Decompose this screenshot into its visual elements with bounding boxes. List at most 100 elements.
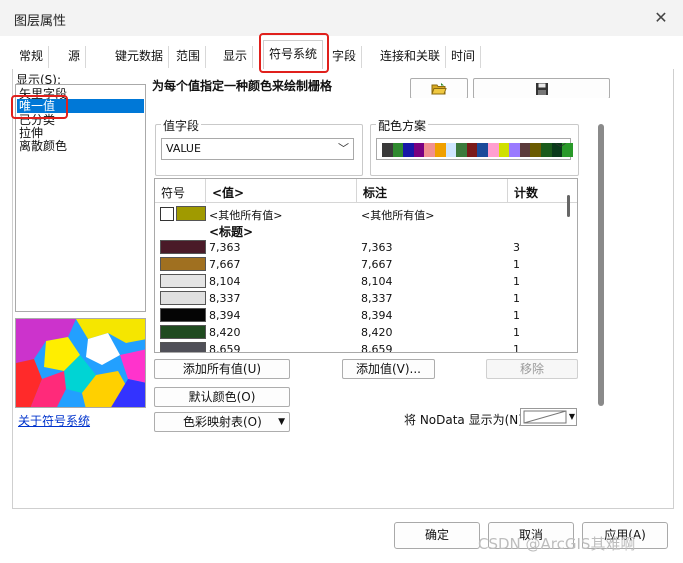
add-all-values-button[interactable]: 添加所有值(U)	[154, 359, 290, 379]
column-header-value[interactable]: <值>	[212, 184, 244, 201]
tab-general[interactable]: 常规	[14, 46, 50, 68]
other-values-value: <其他所有值>	[209, 209, 283, 222]
color-ramp-swatch	[477, 143, 488, 157]
symbol-swatch[interactable]	[160, 342, 206, 352]
row-value: 8,659	[209, 343, 241, 353]
row-label: 7,363	[361, 241, 393, 254]
renderer-item-classified[interactable]: 已分类	[19, 113, 55, 127]
row-value: 8,104	[209, 275, 241, 288]
row-count: 1	[513, 292, 520, 305]
color-ramp-swatch	[382, 143, 393, 157]
value-field-select[interactable]: VALUE ﹀	[161, 138, 354, 160]
column-header-label[interactable]: 标注	[363, 184, 387, 201]
color-ramp-swatch	[487, 143, 499, 157]
tab-key-metadata[interactable]: 键元数据	[110, 46, 170, 68]
row-value: 8,394	[209, 309, 241, 322]
symbol-swatch[interactable]	[160, 257, 206, 271]
row-label: 8,104	[361, 275, 393, 288]
color-ramp-preview	[382, 143, 573, 157]
other-values-checkbox[interactable]	[160, 207, 174, 221]
close-icon[interactable]: ✕	[648, 6, 674, 30]
row-value: 7,363	[209, 241, 241, 254]
chevron-down-icon: ﹀	[555, 142, 566, 155]
value-field-value: VALUE	[166, 142, 201, 155]
color-scheme-label: 配色方案	[376, 117, 429, 134]
column-header-count[interactable]: 计数	[514, 184, 538, 201]
unique-values-table: 符号 <值> 标注 计数 <其他所有值> <其他所有值> <标题> 7,363 7…	[154, 178, 578, 353]
row-value: 8,420	[209, 326, 241, 339]
window-title: 图层属性	[14, 14, 67, 29]
dropdown-arrow-icon: ▼	[278, 417, 285, 427]
no-color-swatch-icon	[523, 410, 567, 424]
row-count: 1	[513, 343, 520, 353]
color-ramp-swatch	[413, 143, 425, 157]
renderer-preview-image	[15, 318, 146, 408]
renderer-item-stretched[interactable]: 拉伸	[19, 126, 43, 140]
tab-strip: 常规 源 键元数据 范围 显示 符号系统 字段 连接和关联 时间	[0, 36, 683, 70]
dropdown-arrow-icon: ▼	[568, 412, 575, 421]
color-ramp-swatch	[509, 143, 520, 157]
row-label: 8,337	[361, 292, 393, 305]
ok-button[interactable]: 确定	[394, 522, 480, 549]
row-count: 1	[513, 275, 520, 288]
row-count: 1	[513, 258, 520, 271]
color-ramp-swatch	[456, 143, 467, 157]
heading-row[interactable]: <标题>	[209, 223, 253, 240]
color-ramp-swatch	[424, 143, 435, 157]
chevron-down-icon: ﹀	[338, 142, 349, 155]
layer-properties-dialog: 图层属性 ✕ 常规 源 键元数据 范围 显示 符号系统 字段 连接和关联 时间 …	[0, 0, 683, 563]
renderer-item-discrete-color[interactable]: 离散颜色	[19, 139, 67, 153]
add-values-button[interactable]: 添加值(V)...	[342, 359, 435, 379]
symbol-swatch[interactable]	[160, 240, 206, 254]
tab-fields[interactable]: 字段	[327, 46, 363, 68]
other-values-label: <其他所有值>	[361, 209, 435, 222]
tab-source[interactable]: 源	[63, 46, 87, 68]
renderer-list: 矢里字段 唯一值 已分类 拉伸 离散颜色	[15, 84, 146, 312]
tab-symbology[interactable]: 符号系统	[263, 40, 324, 70]
tab-extent[interactable]: 范围	[171, 46, 207, 68]
colormap-button-label: 色彩映射表(O)	[183, 415, 262, 429]
symbol-swatch[interactable]	[160, 291, 206, 305]
column-header-symbol[interactable]: 符号	[161, 184, 185, 201]
color-ramp-swatch	[392, 143, 404, 157]
renderer-description: 为每个值指定一种颜色来绘制栅格	[152, 79, 333, 93]
symbol-swatch[interactable]	[160, 274, 206, 288]
tab-joins-relates[interactable]: 连接和关联	[375, 46, 447, 68]
about-symbology-link[interactable]: 关于符号系统	[18, 412, 90, 429]
table-header: 符号 <值> 标注 计数	[155, 179, 577, 203]
folder-open-icon	[431, 82, 447, 94]
color-ramp-swatch	[540, 143, 552, 157]
row-label: 8,394	[361, 309, 393, 322]
row-count: 1	[513, 326, 520, 339]
nodata-color-picker[interactable]: ▼	[520, 408, 577, 426]
row-label: 8,659	[361, 343, 393, 353]
tab-display[interactable]: 显示	[218, 46, 254, 68]
color-ramp-swatch	[519, 143, 531, 157]
row-count: 3	[513, 241, 520, 254]
colormap-button[interactable]: 色彩映射表(O) ▼	[154, 412, 290, 432]
nodata-label: 将 NoData 显示为(N)	[404, 413, 523, 427]
color-ramp-swatch	[466, 143, 478, 157]
watermark: CSDN @ArcGIS其难啊	[478, 535, 636, 553]
title-bar: 图层属性 ✕	[0, 0, 683, 36]
save-button[interactable]	[473, 78, 610, 99]
value-field-label: 值字段	[161, 117, 202, 134]
other-values-swatch[interactable]	[176, 206, 206, 221]
default-colors-button[interactable]: 默认颜色(O)	[154, 387, 290, 407]
color-ramp-swatch	[498, 143, 510, 157]
row-label: 7,667	[361, 258, 393, 271]
tab-time[interactable]: 时间	[446, 46, 482, 68]
open-button[interactable]	[410, 78, 468, 99]
renderer-item-unique-values[interactable]: 唯一值	[17, 99, 144, 113]
symbol-swatch[interactable]	[160, 325, 206, 339]
save-icon	[535, 82, 548, 95]
color-ramp-swatch	[530, 143, 541, 157]
options-scrollbar[interactable]	[598, 124, 604, 406]
row-value: 7,667	[209, 258, 241, 271]
color-ramp-swatch	[403, 143, 414, 157]
row-label: 8,420	[361, 326, 393, 339]
table-scrollbar[interactable]	[567, 195, 570, 217]
symbol-swatch[interactable]	[160, 308, 206, 322]
remove-button[interactable]: 移除	[486, 359, 578, 379]
color-scheme-select[interactable]: ﹀	[376, 138, 573, 160]
